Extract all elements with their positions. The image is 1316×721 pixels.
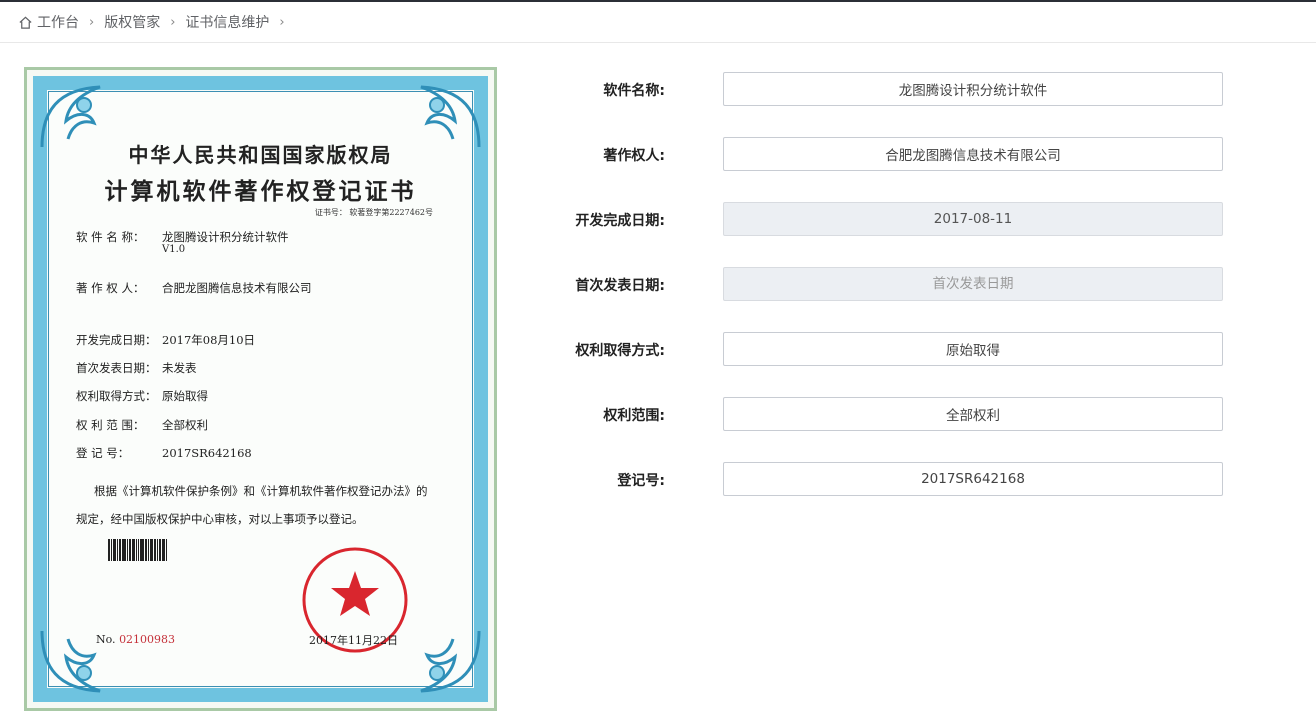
breadcrumb-copyright-manager[interactable]: 版权管家 <box>104 12 160 32</box>
reg-no-input[interactable] <box>723 462 1223 496</box>
owner-label: 著作权人: <box>603 148 665 164</box>
first-publish-date-label: 首次发表日期: <box>575 278 665 294</box>
form-row-completion-date: 开发完成日期: <box>560 202 1260 236</box>
cert-paragraph-line2: 规定，经中国版权保护中心审核，对以上事项予以登记。 <box>76 512 364 526</box>
cert-software-name: 龙图腾设计积分统计软件 <box>162 230 289 244</box>
breadcrumb: 工作台 › 版权管家 › 证书信息维护 › <box>0 2 1316 43</box>
certificate-title-main: 计算机软件著作权登记证书 <box>104 178 417 205</box>
breadcrumb-separator: › <box>170 14 176 30</box>
certificate-title-authority: 中华人民共和国国家版权局 <box>128 143 393 167</box>
form-row-reg-no: 登记号: <box>560 462 1260 496</box>
breadcrumb-workbench[interactable]: 工作台 <box>37 12 79 32</box>
certificate-number: 证书号： 软著登字第2227462号 <box>314 208 433 217</box>
serial-value: 02100983 <box>119 633 176 646</box>
breadcrumb-certificate-maintenance[interactable]: 证书信息维护 <box>185 12 269 32</box>
cert-reg-no: 2017SR642168 <box>162 446 252 460</box>
cert-reg-no-line: 登 记 号： 2017SR642168 <box>76 445 252 461</box>
form-row-first-publish-date: 首次发表日期: <box>560 267 1260 301</box>
cert-completion-line: 开发完成日期： 2017年08月10日 <box>76 332 255 348</box>
cert-paragraph-line1: 根据《计算机软件保护条例》和《计算机软件著作权登记办法》的 <box>94 484 428 498</box>
reg-no-label: 登记号: <box>617 473 665 489</box>
cert-completion-date: 2017年08月10日 <box>162 333 256 347</box>
cert-label: 著 作 权 人： <box>76 281 145 295</box>
cert-label: 权利取得方式： <box>76 389 157 403</box>
form-row-rights-scope: 权利范围: <box>560 397 1260 431</box>
form-row-software-name: 软件名称: <box>560 72 1260 106</box>
cert-label: 登 记 号： <box>76 446 130 460</box>
cert-rights-scope: 全部权利 <box>162 418 208 432</box>
cert-label: 软 件 名 称： <box>76 230 145 244</box>
cert-software-name-line: 软 件 名 称： 龙图腾设计积分统计软件 <box>76 229 289 245</box>
breadcrumb-separator: › <box>279 14 285 30</box>
first-publish-date-input[interactable] <box>723 267 1223 301</box>
issue-date: 2017年11月22日 <box>309 634 398 647</box>
home-icon[interactable] <box>18 15 33 30</box>
cert-first-publish-line: 首次发表日期： 未发表 <box>76 360 197 376</box>
form-row-rights-method: 权利取得方式: <box>560 332 1260 366</box>
cert-rights-method-line: 权利取得方式： 原始取得 <box>76 388 208 404</box>
cert-version: V1.0 <box>162 244 186 255</box>
cert-owner-line: 著 作 权 人： 合肥龙图腾信息技术有限公司 <box>76 280 312 296</box>
certificate-image: 中华人民共和国国家版权局 计算机软件著作权登记证书 证书号： 软著登字第2227… <box>24 67 497 711</box>
cert-label: 首次发表日期： <box>76 361 157 375</box>
corner-ornament-icon <box>420 630 481 693</box>
barcode <box>108 539 180 561</box>
rights-scope-label: 权利范围: <box>603 408 665 424</box>
serial-prefix: No. <box>96 633 116 646</box>
cert-first-publish: 未发表 <box>162 361 197 375</box>
completion-date-input[interactable] <box>723 202 1223 236</box>
software-name-input[interactable] <box>723 72 1223 106</box>
cert-owner: 合肥龙图腾信息技术有限公司 <box>162 281 312 295</box>
owner-input[interactable] <box>723 137 1223 171</box>
completion-date-label: 开发完成日期: <box>575 213 665 229</box>
breadcrumb-separator: › <box>89 14 95 30</box>
cert-rights-scope-line: 权 利 范 围： 全部权利 <box>76 417 208 433</box>
rights-method-label: 权利取得方式: <box>575 343 665 359</box>
cert-rights-method: 原始取得 <box>162 389 208 403</box>
cert-label: 权 利 范 围： <box>76 418 145 432</box>
software-name-label: 软件名称: <box>603 83 665 99</box>
rights-scope-input[interactable] <box>723 397 1223 431</box>
serial-number: No. 02100983 <box>96 633 175 646</box>
form-row-owner: 著作权人: <box>560 137 1260 171</box>
rights-method-input[interactable] <box>723 332 1223 366</box>
cert-label: 开发完成日期： <box>76 333 157 347</box>
